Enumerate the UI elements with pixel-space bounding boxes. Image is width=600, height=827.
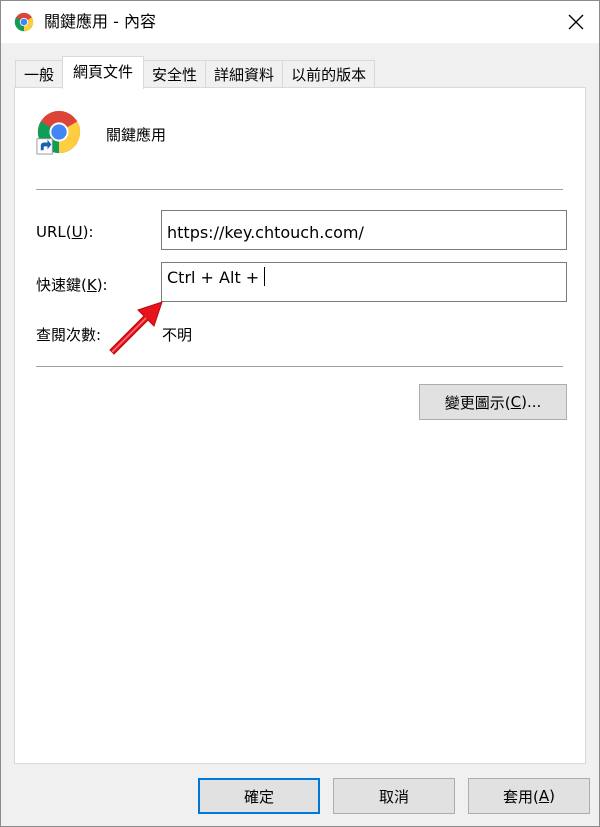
change-icon-button[interactable]: 變更圖示(C)...	[419, 384, 567, 420]
url-label: URL(U):	[36, 223, 94, 241]
hotkey-label: 快速鍵(K):	[36, 276, 108, 294]
title-bar: 關鍵應用 - 內容	[1, 1, 599, 43]
visits-value: 不明	[162, 326, 193, 344]
tab-details[interactable]: 詳細資料	[205, 60, 284, 88]
tab-strip: 一般 網頁文件 安全性 詳細資料 以前的版本	[15, 56, 376, 89]
chrome-shortcut-icon	[36, 109, 82, 155]
cancel-button[interactable]: 取消	[333, 778, 455, 814]
ok-button[interactable]: 確定	[198, 778, 320, 814]
close-button[interactable]	[553, 1, 599, 43]
apply-button[interactable]: 套用(A)	[468, 778, 590, 814]
separator-bottom	[36, 366, 563, 367]
hotkey-input[interactable]: Ctrl + Alt +	[161, 262, 567, 302]
window-title: 關鍵應用 - 內容	[44, 12, 156, 31]
chrome-icon	[14, 12, 34, 32]
hotkey-value: Ctrl + Alt +	[167, 268, 265, 287]
tab-general[interactable]: 一般	[15, 60, 64, 88]
tab-security[interactable]: 安全性	[143, 60, 207, 88]
url-input[interactable]	[161, 210, 567, 250]
properties-dialog: 關鍵應用 - 內容 一般 網頁文件 安全性 詳細資料 以前的版本 關鍵應用 UR…	[0, 0, 600, 827]
shortcut-name: 關鍵應用	[106, 126, 167, 144]
visits-label: 查閱次數:	[36, 326, 102, 344]
web-document-panel: 關鍵應用 URL(U): 快速鍵(K): Ctrl + Alt + 查閱次數: …	[14, 87, 586, 764]
tab-previous-versions[interactable]: 以前的版本	[282, 60, 376, 88]
close-icon	[568, 14, 584, 30]
tab-web-document[interactable]: 網頁文件	[62, 56, 145, 89]
annotation-arrow-icon	[109, 301, 163, 355]
separator-top	[36, 189, 563, 190]
text-caret	[264, 267, 266, 286]
